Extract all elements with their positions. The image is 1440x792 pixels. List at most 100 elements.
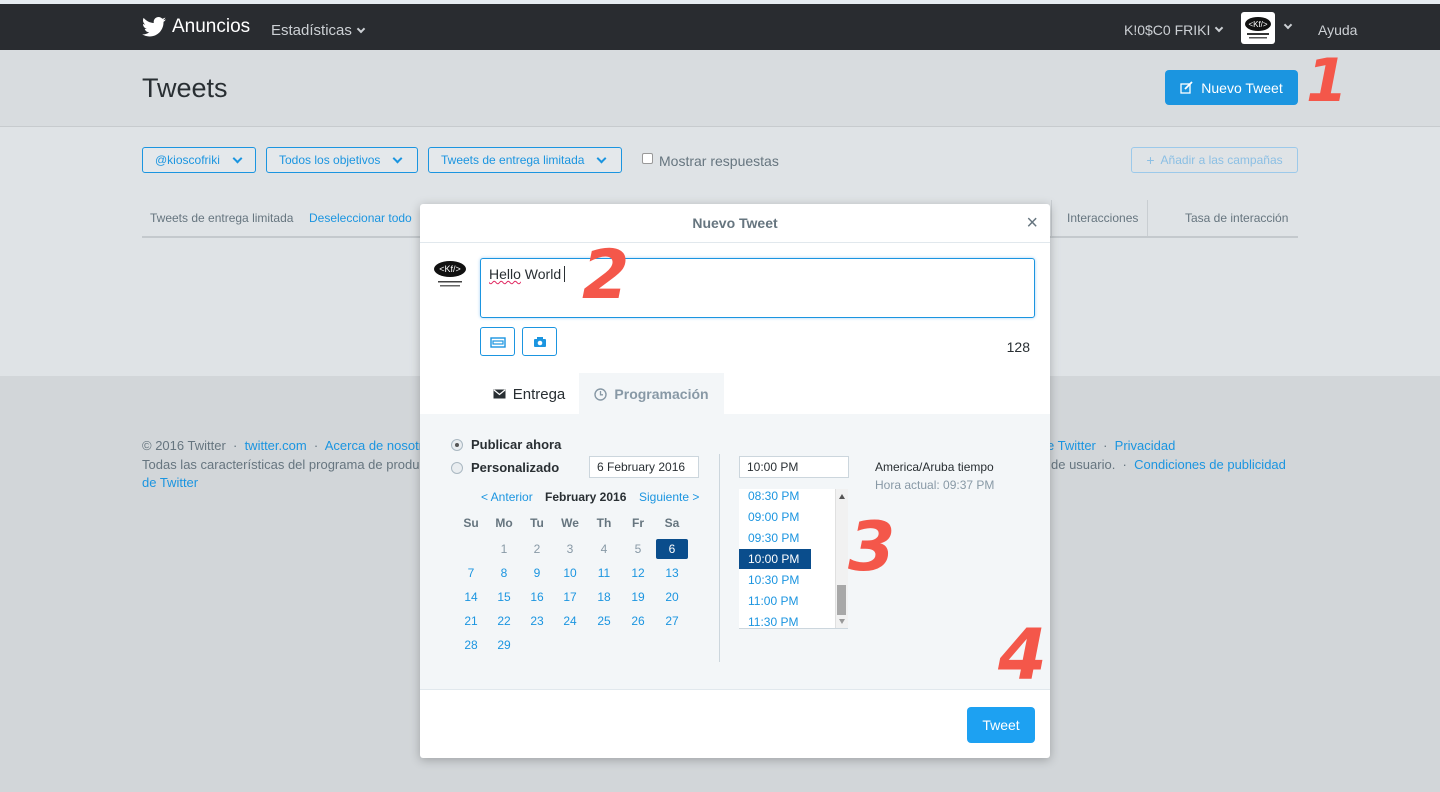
calendar-day[interactable]: 14	[455, 587, 487, 607]
footer-link-twitter[interactable]: twitter.com	[245, 438, 307, 453]
scroll-down-icon[interactable]	[839, 619, 845, 624]
calendar-day[interactable]: 10	[554, 563, 586, 583]
calendar-day[interactable]: 27	[656, 611, 688, 631]
page-title: Tweets	[142, 73, 228, 103]
deselect-all-link[interactable]: Deseleccionar todo	[309, 211, 412, 225]
brand[interactable]: Anuncios	[142, 16, 250, 38]
delivery-filter[interactable]: Tweets de entrega limitada	[428, 147, 622, 173]
calendar-day[interactable]: 17	[554, 587, 586, 607]
calendar-day[interactable]: 12	[622, 563, 654, 583]
time-input[interactable]: 10:00 PM	[739, 456, 849, 478]
current-time-label: Hora actual: 09:37 PM	[875, 478, 995, 492]
calendar-day[interactable]: 22	[488, 611, 520, 631]
calendar-day[interactable]: 28	[455, 635, 487, 655]
calendar-day[interactable]: 29	[488, 635, 520, 655]
chevron-down-icon	[392, 153, 403, 163]
scroll-up-icon[interactable]	[839, 494, 845, 499]
compose-text-word: Hello	[489, 266, 521, 282]
custom-radio[interactable]	[451, 462, 463, 474]
calendar-day[interactable]: 11	[588, 563, 620, 583]
time-slot[interactable]: 08:30 PM	[739, 489, 811, 506]
calendar-day[interactable]: 21	[455, 611, 487, 631]
character-counter: 128	[1006, 339, 1030, 355]
avatar[interactable]: <Kf/>	[1241, 12, 1275, 44]
col-interactions[interactable]: Interacciones	[1067, 211, 1138, 225]
help-link[interactable]: Ayuda	[1318, 22, 1357, 38]
calendar-dow: Mo	[495, 516, 513, 530]
time-slot[interactable]: 10:00 PM	[739, 549, 811, 569]
calendar-day[interactable]: 20	[656, 587, 688, 607]
show-replies-label: Mostrar respuestas	[659, 153, 779, 169]
annotation-4: 4	[998, 614, 1047, 696]
date-input[interactable]: 6 February 2016	[589, 456, 699, 478]
modal-header: Nuevo Tweet ×	[420, 204, 1050, 243]
footer-line-1: © 2016 Twitter · twitter.com · Acerca de…	[142, 438, 424, 453]
account-filter[interactable]: @kioscofriki	[142, 147, 256, 173]
footer-link-ad-terms-cont[interactable]: de Twitter	[142, 475, 198, 490]
plus-icon: +	[1146, 152, 1155, 168]
tweet-button[interactable]: Tweet	[967, 707, 1035, 743]
calendar-next[interactable]: Siguiente >	[639, 490, 699, 504]
chevron-down-icon[interactable]	[1283, 20, 1293, 30]
footer-link-ad-terms[interactable]: Condiciones de publicidad	[1134, 457, 1286, 472]
kf-logo-icon: <Kf/>	[434, 261, 466, 287]
card-icon	[489, 336, 506, 348]
custom-label: Personalizado	[471, 460, 560, 475]
time-slot[interactable]: 11:30 PM	[739, 612, 811, 628]
calendar-day[interactable]: 15	[488, 587, 520, 607]
calendar-day[interactable]: 19	[622, 587, 654, 607]
calendar-day[interactable]: 23	[521, 611, 553, 631]
calendar-day[interactable]: 9	[521, 563, 553, 583]
objectives-filter[interactable]: Todos los objetivos	[266, 147, 418, 173]
calendar-dow: Su	[463, 516, 479, 530]
calendar-day: 5	[634, 542, 642, 556]
add-to-campaigns-button[interactable]: + Añadir a las campañas	[1131, 147, 1298, 173]
annotation-2: 2	[582, 236, 630, 315]
time-slot[interactable]: 09:30 PM	[739, 528, 811, 548]
footer-link-about[interactable]: Acerca de nosotr	[325, 438, 423, 453]
annotation-3: 3	[848, 508, 896, 587]
calendar-month: February 2016	[545, 490, 627, 504]
calendar-day[interactable]: 16	[521, 587, 553, 607]
calendar-day[interactable]: 24	[554, 611, 586, 631]
col-interaction-rate[interactable]: Tasa de interacción	[1185, 211, 1288, 225]
footer-link-twitter-ads[interactable]: e Twitter	[1047, 438, 1096, 453]
show-replies-checkbox[interactable]	[642, 153, 653, 164]
stats-menu[interactable]: Estadísticas	[271, 22, 366, 39]
kf-logo-icon: <Kf/>	[1245, 17, 1271, 39]
account-label: K!0$C0 FRIKI	[1124, 22, 1211, 38]
time-slot[interactable]: 10:30 PM	[739, 570, 811, 590]
time-list[interactable]: 08:30 PM 09:00 PM 09:30 PM 10:00 PM 10:30 PM…	[739, 489, 848, 629]
publish-now-radio[interactable]	[451, 439, 463, 451]
scroll-thumb[interactable]	[837, 585, 846, 615]
footer-line-1-right: e Twitter · Privacidad	[1047, 438, 1176, 453]
calendar-day[interactable]: 7	[455, 563, 487, 583]
time-slot[interactable]: 11:00 PM	[739, 591, 811, 611]
calendar-day[interactable]: 8	[488, 563, 520, 583]
chevron-down-icon	[232, 153, 243, 163]
new-tweet-button[interactable]: Nuevo Tweet	[1165, 70, 1298, 105]
calendar-day[interactable]: 26	[622, 611, 654, 631]
objectives-filter-label: Todos los objetivos	[279, 153, 381, 167]
time-slot[interactable]: 09:00 PM	[739, 507, 811, 527]
close-icon[interactable]: ×	[1026, 204, 1038, 242]
calendar-day[interactable]: 18	[588, 587, 620, 607]
calendar-day: 4	[600, 542, 608, 556]
tab-delivery[interactable]: Entrega	[480, 373, 578, 415]
calendar-day[interactable]: 13	[656, 563, 688, 583]
calendar-prev[interactable]: < Anterior	[481, 490, 533, 504]
add-card-button[interactable]	[480, 327, 515, 356]
add-photo-button[interactable]	[522, 327, 557, 356]
tab-schedule[interactable]: Programación	[579, 373, 724, 415]
table-label: Tweets de entrega limitada	[150, 211, 294, 225]
scrollbar[interactable]	[835, 489, 848, 628]
envelope-icon	[493, 389, 506, 399]
calendar-day[interactable]: 6	[656, 539, 688, 559]
footer-line-3: de Twitter	[142, 475, 198, 490]
footer-link-privacy[interactable]: Privacidad	[1115, 438, 1176, 453]
calendar-day[interactable]: 25	[588, 611, 620, 631]
camera-icon	[533, 336, 546, 347]
account-menu[interactable]: K!0$C0 FRIKI	[1124, 22, 1224, 38]
chevron-down-icon	[596, 153, 607, 163]
tweet-compose-textarea[interactable]: Hello World	[480, 258, 1035, 318]
